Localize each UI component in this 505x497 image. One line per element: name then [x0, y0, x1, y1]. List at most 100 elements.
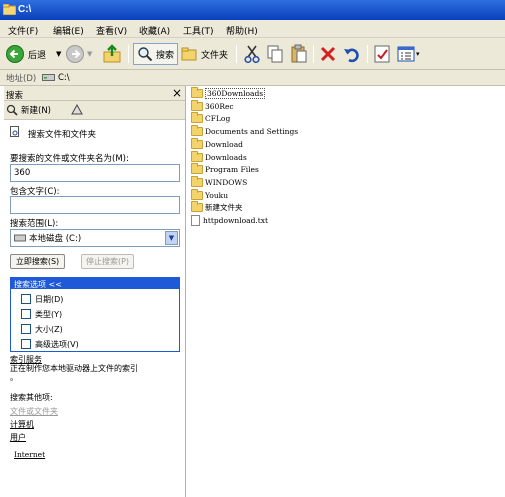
file-name: Download	[205, 140, 243, 149]
list-item[interactable]: Documents and Settings	[191, 125, 298, 138]
list-item[interactable]: 360Downloads	[191, 87, 266, 100]
scope-label: 搜索范围(L):	[10, 219, 59, 229]
name-label: 要搜索的文件或文件夹名为(M):	[10, 154, 129, 164]
computers-link[interactable]: 计算机	[10, 419, 34, 430]
views-button[interactable]: ▾	[397, 43, 420, 65]
folder-icon	[191, 189, 203, 200]
other-search-label: 搜索其他项:	[10, 393, 53, 402]
folder-icon	[191, 151, 203, 162]
address-label: 地址(D)	[6, 74, 37, 84]
chevron-down-icon[interactable]: ▼	[87, 50, 92, 58]
menu-view[interactable]: 查看(V)	[96, 24, 127, 37]
folder-icon	[191, 87, 203, 98]
menu-edit[interactable]: 编辑(E)	[53, 24, 84, 37]
search-label: 搜索	[156, 50, 175, 61]
list-item[interactable]: WINDOWS	[191, 176, 247, 189]
forward-button[interactable]: ▼	[66, 43, 92, 65]
search-pane-title: 搜索	[6, 91, 24, 101]
folder-icon	[191, 138, 203, 149]
file-name: 360Downloads	[205, 88, 266, 99]
date-checkbox[interactable]	[21, 294, 31, 304]
toolbar-separator	[313, 45, 314, 63]
list-item[interactable]: Download	[191, 138, 243, 151]
window-title: C:\	[18, 4, 32, 15]
file-name: 新建文件夹	[205, 203, 243, 212]
contains-text-input[interactable]	[10, 196, 180, 214]
file-name: CFLog	[205, 114, 231, 123]
list-item[interactable]: 新建文件夹	[191, 201, 243, 214]
close-icon[interactable]: ×	[172, 86, 182, 100]
undo-button[interactable]	[343, 43, 361, 65]
address-field[interactable]: C:\	[42, 71, 502, 84]
files-folders-link[interactable]: 文件或文件夹	[10, 406, 58, 417]
list-item[interactable]: CFLog	[191, 112, 230, 125]
paste-icon	[291, 44, 307, 63]
menu-help[interactable]: 帮助(H)	[226, 24, 258, 37]
type-checkbox[interactable]	[21, 309, 31, 319]
file-name: WINDOWS	[205, 178, 248, 187]
back-arrow-icon	[6, 45, 24, 63]
index-description-dot: 。	[10, 373, 18, 382]
folder-icon	[191, 201, 203, 212]
search-pane-header: 搜索 ×	[4, 86, 185, 101]
folders-button[interactable]: 文件夹	[181, 43, 228, 65]
drive-icon	[14, 234, 26, 242]
search-heading: 搜索文件和文件夹	[28, 130, 97, 140]
filename-input[interactable]: 360	[10, 164, 180, 182]
file-name: Program Files	[205, 165, 259, 174]
file-name: 360Rec	[205, 102, 234, 111]
cut-button[interactable]	[243, 43, 261, 65]
folders-label: 文件夹	[201, 50, 229, 61]
copy-button[interactable]	[266, 43, 284, 65]
chevron-down-icon[interactable]: ▾	[416, 50, 420, 58]
type-option-label: 类型(Y)	[35, 310, 63, 319]
scope-select[interactable]: 本地磁盘 (C:) ▼	[10, 229, 180, 247]
address-bar: 地址(D) C:\	[0, 70, 505, 86]
up-folder-button[interactable]	[102, 43, 122, 65]
toolbar-separator	[367, 45, 368, 63]
advanced-option-label: 高级选项(V)	[35, 340, 79, 349]
search-options-header[interactable]: 搜索选项 <<	[11, 278, 179, 289]
delete-button[interactable]	[319, 43, 337, 65]
folders-icon	[181, 47, 197, 61]
scope-value: 本地磁盘 (C:)	[29, 234, 82, 244]
file-name: httpdownload.txt	[203, 216, 269, 225]
stop-search-button[interactable]: 停止搜索(P)	[81, 254, 134, 269]
toolbar-separator	[128, 45, 129, 63]
internet-link[interactable]: Internet	[14, 450, 45, 459]
search-icon	[138, 47, 153, 62]
list-item[interactable]: httpdownload.txt	[191, 214, 268, 227]
menu-tools[interactable]: 工具(T)	[183, 24, 214, 37]
file-name: Youku	[205, 191, 229, 200]
copy-icon	[267, 45, 283, 63]
new-search-button[interactable]: 新建(N)	[6, 104, 51, 116]
drive-icon	[42, 74, 55, 81]
back-button[interactable]: 后退 ▼	[6, 43, 61, 65]
chevron-down-icon[interactable]: ▼	[56, 50, 61, 58]
views-icon	[397, 46, 415, 62]
undo-icon	[344, 48, 359, 63]
scissors-icon	[244, 45, 260, 64]
menu-favorites[interactable]: 收藏(A)	[139, 24, 170, 37]
properties-button[interactable]	[374, 43, 390, 65]
search-options-icon[interactable]	[70, 104, 83, 116]
paste-button[interactable]	[290, 43, 308, 65]
folder-icon	[191, 125, 203, 136]
folder-icon	[191, 100, 203, 111]
text-file-icon	[191, 215, 200, 226]
new-label: 新建(N)	[21, 106, 51, 116]
advanced-checkbox[interactable]	[21, 339, 31, 349]
size-checkbox[interactable]	[21, 324, 31, 334]
search-pane: 搜索 × 新建(N) 搜索文件和文件夹 要搜索的文件或文件夹名为(M): 360…	[4, 86, 186, 497]
people-link[interactable]: 用户	[10, 432, 26, 443]
chevron-down-icon[interactable]: ▼	[165, 231, 178, 245]
search-options-box: 搜索选项 << 日期(D) 类型(Y) 大小(Z) 高级选项(V)	[10, 277, 180, 352]
file-name: Documents and Settings	[205, 127, 299, 136]
search-button[interactable]: 搜索	[133, 43, 179, 65]
delete-x-icon	[320, 46, 336, 62]
search-now-button[interactable]: 立即搜索(S)	[10, 254, 65, 269]
menu-file[interactable]: 文件(F)	[8, 24, 38, 37]
address-value: C:\	[58, 72, 70, 83]
folder-icon	[191, 112, 203, 123]
list-item[interactable]: Program Files	[191, 163, 259, 176]
